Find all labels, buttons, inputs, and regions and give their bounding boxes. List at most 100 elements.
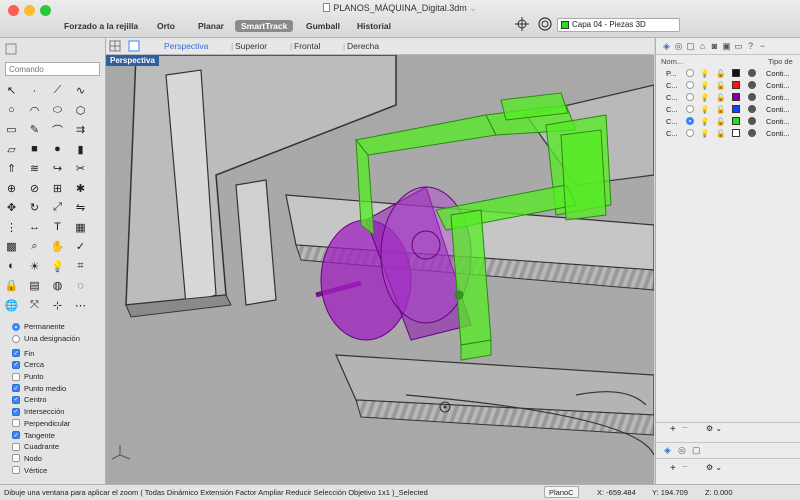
- osnap-cerca[interactable]: ✓ Cerca: [12, 359, 104, 371]
- fillet-icon[interactable]: ⌒: [49, 121, 66, 138]
- layer-color-swatch[interactable]: [732, 69, 740, 77]
- minus-icon[interactable]: −: [757, 41, 768, 52]
- perspective-viewport[interactable]: Perspectiva: [106, 55, 654, 484]
- layer-row[interactable]: C... 💡 🔓 Conti...: [656, 80, 800, 92]
- tab-front[interactable]: Frontal: [294, 41, 320, 51]
- material-icon[interactable]: ◍: [49, 277, 66, 294]
- hatch-icon[interactable]: ▦: [72, 219, 89, 236]
- layout-icons[interactable]: [109, 40, 141, 52]
- grid-icon[interactable]: ▩: [3, 238, 20, 255]
- options-button[interactable]: ⚙ ⌄: [706, 463, 722, 472]
- move-icon[interactable]: ✥: [3, 199, 20, 216]
- globe-icon[interactable]: 🌐: [3, 297, 20, 314]
- tab-perspective[interactable]: Perspectiva: [164, 41, 208, 51]
- osnap-punto[interactable]: Punto: [12, 371, 104, 383]
- object-icon[interactable]: ▢: [692, 445, 701, 456]
- array-icon[interactable]: ⋮: [3, 219, 20, 236]
- visibility-bulb-icon[interactable]: 💡: [700, 105, 709, 114]
- toolbar-gumball[interactable]: Gumball: [306, 21, 340, 31]
- env-icon[interactable]: ◌: [72, 277, 89, 294]
- layer-row[interactable]: C... 💡 🔓 Conti...: [656, 92, 800, 104]
- current-layer-radio[interactable]: [686, 117, 694, 125]
- layer-options-button[interactable]: ⚙ ⌄: [706, 424, 722, 433]
- add-layer-button[interactable]: +: [670, 424, 676, 435]
- layer-color-swatch[interactable]: [732, 129, 740, 137]
- current-layer-radio[interactable]: [686, 81, 694, 89]
- osnap-cuadrante[interactable]: Cuadrante: [12, 441, 104, 453]
- layers-icon[interactable]: ◈: [661, 41, 672, 52]
- osnap-mode-once[interactable]: Una designación: [12, 333, 104, 345]
- add-button[interactable]: +: [670, 463, 676, 474]
- cylinder-icon[interactable]: ▮: [72, 141, 89, 158]
- current-layer-radio[interactable]: [686, 129, 694, 137]
- pan-icon[interactable]: ✋: [49, 238, 66, 255]
- offset-icon[interactable]: ⇉: [72, 121, 89, 138]
- tab-top[interactable]: Superior: [235, 41, 267, 51]
- layer-color-swatch[interactable]: [732, 117, 740, 125]
- pointer-icon[interactable]: ↖: [3, 82, 20, 99]
- polyline-icon[interactable]: ⟋: [49, 82, 66, 99]
- command-input[interactable]: [5, 62, 100, 76]
- toolbar-smarttrack[interactable]: SmartTrack: [235, 20, 294, 32]
- visibility-bulb-icon[interactable]: 💡: [700, 129, 709, 138]
- render-icon[interactable]: ☀: [26, 258, 43, 275]
- arc-icon[interactable]: ◠: [26, 102, 43, 119]
- object-icon[interactable]: ▢: [685, 41, 696, 52]
- boolean-icon[interactable]: ⊕: [3, 180, 20, 197]
- column-linetype[interactable]: Tipo de: [768, 57, 793, 66]
- current-layer-radio[interactable]: [686, 93, 694, 101]
- lock-icon[interactable]: 🔓: [716, 117, 725, 126]
- check-icon[interactable]: ✓: [72, 238, 89, 255]
- layer-row[interactable]: P... 💡 🔓 Conti...: [656, 68, 800, 80]
- lock-icon[interactable]: 🔓: [716, 93, 725, 102]
- zoom-icon[interactable]: ⌕: [26, 238, 43, 255]
- osnap-centro[interactable]: ✓ Centro: [12, 394, 104, 406]
- remove-layer-button[interactable]: −: [682, 423, 688, 434]
- polygon-icon[interactable]: ⬡: [72, 102, 89, 119]
- layers-icon[interactable]: ◈: [664, 445, 671, 456]
- help-icon[interactable]: ?: [745, 41, 756, 52]
- column-name[interactable]: Nom...: [661, 57, 683, 66]
- osnap-tangente[interactable]: ✓ Tangente: [12, 429, 104, 441]
- display-icon[interactable]: ◎: [673, 41, 684, 52]
- loft-icon[interactable]: ≋: [26, 160, 43, 177]
- layer-color-swatch[interactable]: [732, 93, 740, 101]
- point-icon[interactable]: ·: [26, 82, 43, 99]
- join-icon[interactable]: ⊞: [49, 180, 66, 197]
- layer-color-swatch[interactable]: [732, 105, 740, 113]
- dimension-icon[interactable]: ↔: [26, 219, 43, 236]
- rectangle-icon[interactable]: ▭: [3, 121, 20, 138]
- freeform-icon[interactable]: ✎: [26, 121, 43, 138]
- osnap-intersección[interactable]: ✓ Intersección: [12, 406, 104, 418]
- visibility-bulb-icon[interactable]: 💡: [700, 117, 709, 126]
- material-icon[interactable]: [748, 69, 756, 77]
- osnap-perpendicular[interactable]: Perpendicular: [12, 418, 104, 430]
- render-icon[interactable]: ▣: [721, 41, 732, 52]
- circle-icon[interactable]: ○: [3, 102, 20, 119]
- surface-icon[interactable]: ▱: [3, 141, 20, 158]
- box-icon[interactable]: ■: [26, 141, 43, 158]
- visibility-bulb-icon[interactable]: 💡: [700, 81, 709, 90]
- remove-button[interactable]: −: [682, 462, 688, 473]
- lock-icon[interactable]: 🔓: [716, 105, 725, 114]
- text-icon[interactable]: T: [49, 219, 66, 236]
- lock-icon[interactable]: 🔒: [3, 277, 20, 294]
- visibility-bulb-icon[interactable]: 💡: [700, 93, 709, 102]
- material-icon[interactable]: [748, 81, 756, 89]
- toolbar-planar[interactable]: Planar: [198, 21, 224, 31]
- snap-icon[interactable]: ⊹: [49, 297, 66, 314]
- monitor-icon[interactable]: ▭: [733, 41, 744, 52]
- osnap-fin[interactable]: ✓ Fin: [12, 347, 104, 359]
- lock-icon[interactable]: 🔓: [716, 69, 725, 78]
- osnap-punto-medio[interactable]: ✓ Punto medio: [12, 382, 104, 394]
- material-icon[interactable]: [748, 93, 756, 101]
- visibility-bulb-icon[interactable]: 💡: [700, 69, 709, 78]
- material-icon[interactable]: [748, 129, 756, 137]
- osnap-mode-permanent[interactable]: Permanente: [12, 321, 104, 333]
- material-icon[interactable]: [748, 105, 756, 113]
- viewport-label[interactable]: Perspectiva: [106, 55, 159, 66]
- current-layer-dropdown[interactable]: Capa 04 - Piezas 3D: [557, 18, 680, 32]
- osnap-nodo[interactable]: Nodo: [12, 453, 104, 465]
- extrude-icon[interactable]: ⇑: [3, 160, 20, 177]
- display-icon[interactable]: ◎: [678, 445, 686, 456]
